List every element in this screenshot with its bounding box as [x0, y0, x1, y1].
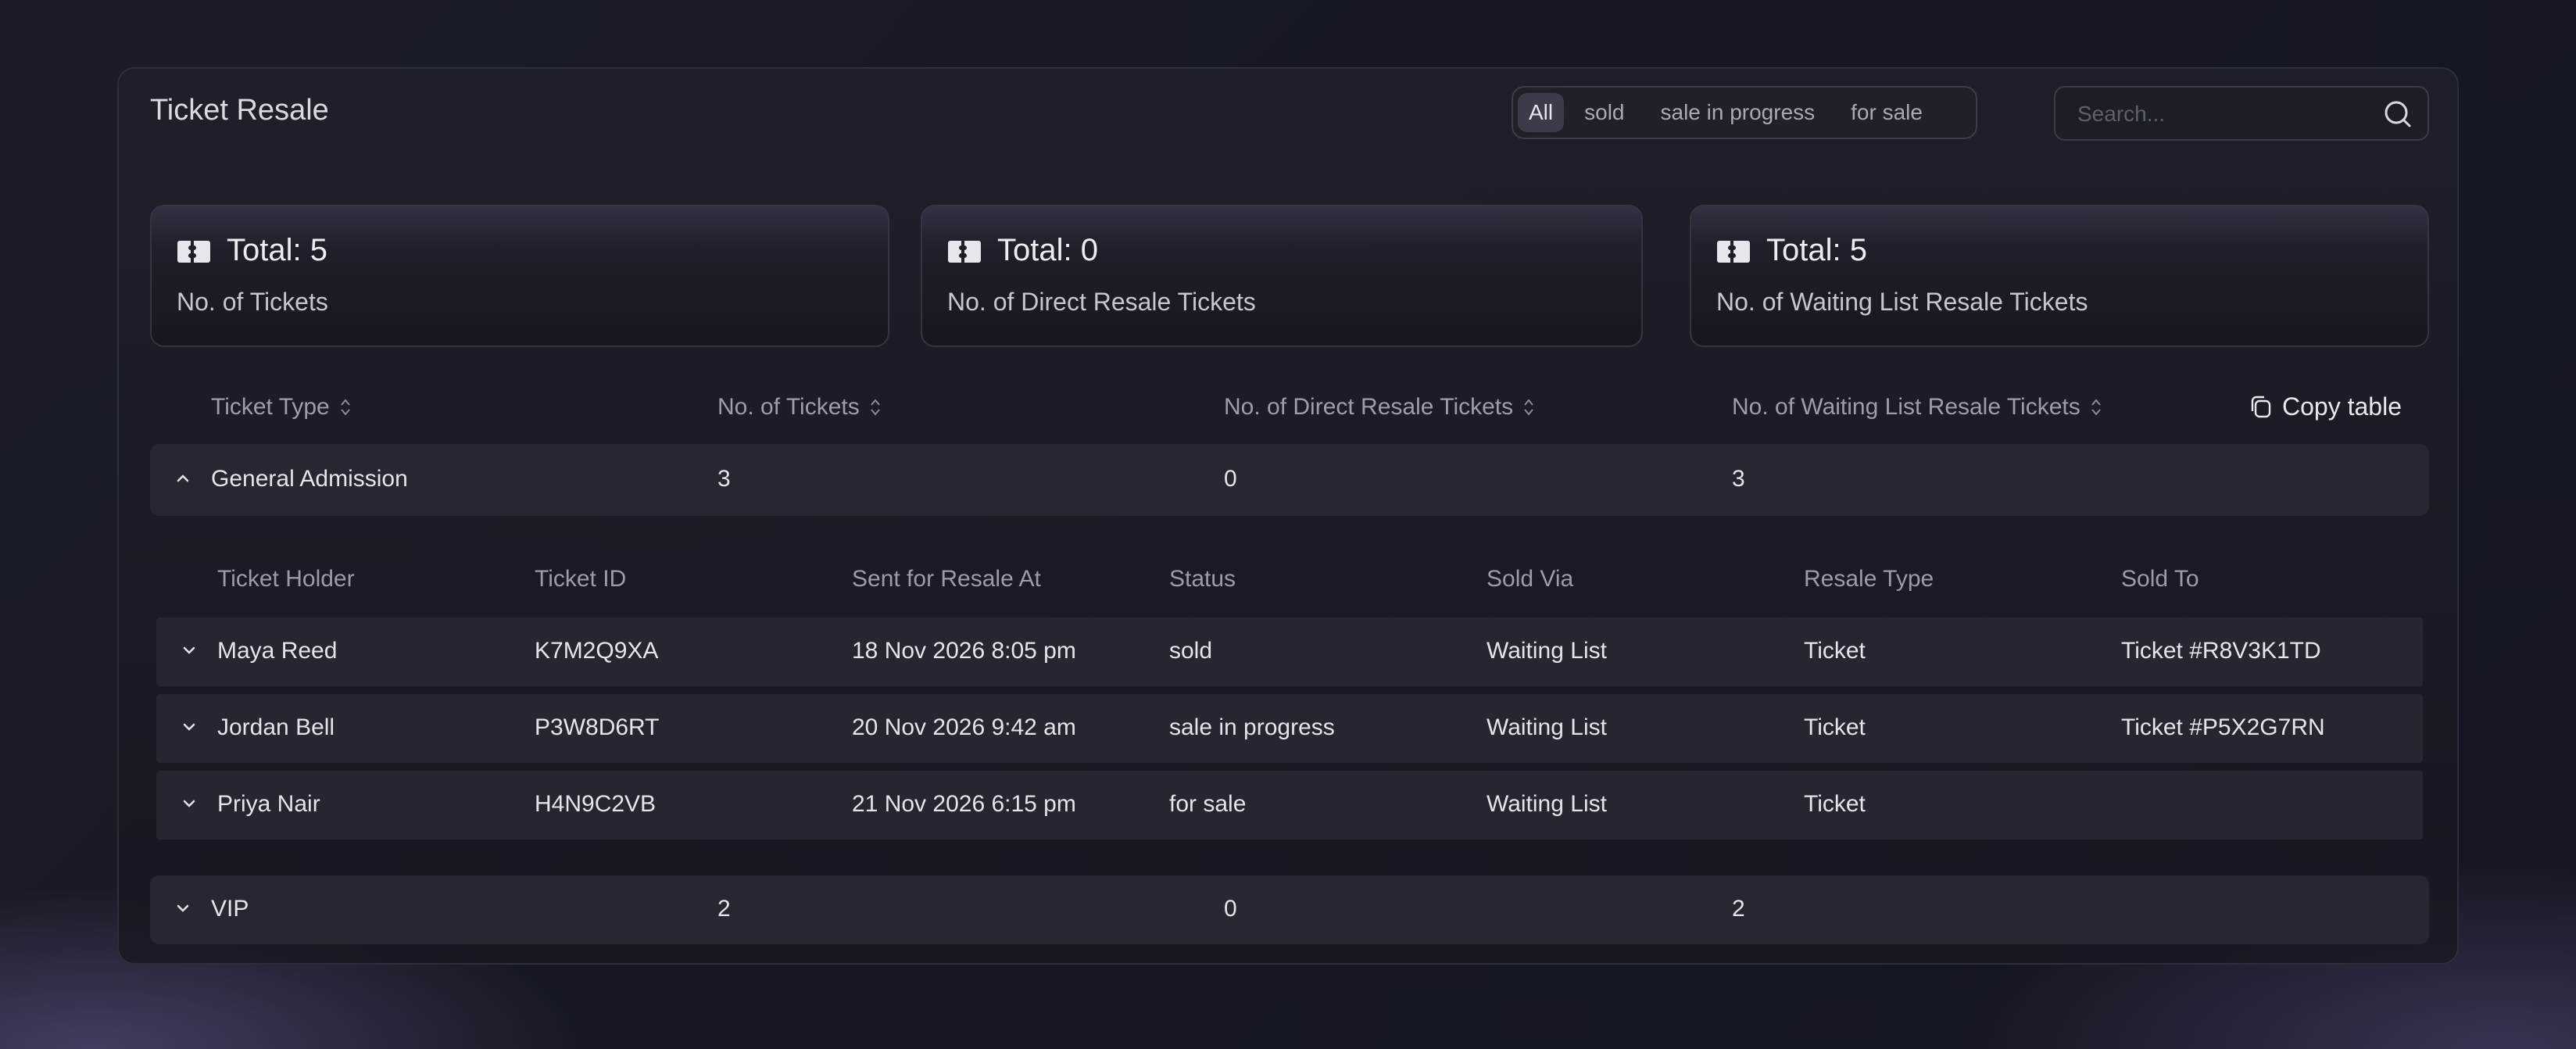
- ticket-type-cell: VIP: [211, 896, 249, 922]
- sort-icon[interactable]: [339, 397, 352, 417]
- resale-type-cell: Ticket: [1804, 791, 1866, 817]
- column-header-waiting-list-resale[interactable]: No. of Waiting List Resale Tickets: [1732, 394, 2102, 421]
- chevron-down-icon[interactable]: [174, 899, 192, 918]
- table-row[interactable]: Priya Nair H4N9C2VB 21 Nov 2026 6:15 pm …: [156, 771, 2423, 840]
- status-cell: sale in progress: [1169, 714, 1335, 740]
- card-label: No. of Tickets: [177, 288, 328, 316]
- filter-all[interactable]: All: [1518, 93, 1565, 132]
- sub-header-status: Status: [1169, 566, 1236, 592]
- resale-type-cell: Ticket: [1804, 638, 1866, 664]
- column-header-no-of-tickets[interactable]: No. of Tickets: [717, 394, 882, 421]
- card-label: No. of Direct Resale Tickets: [947, 288, 1256, 316]
- filter-sale-in-progress[interactable]: sale in progress: [1645, 93, 1831, 132]
- ticket-id-cell: K7M2Q9XA: [535, 638, 659, 664]
- sort-icon[interactable]: [1522, 397, 1535, 417]
- group-row-general-admission[interactable]: General Admission 3 0 3: [150, 444, 2429, 516]
- sub-header-ticket-id: Ticket ID: [535, 566, 627, 592]
- chevron-down-icon[interactable]: [180, 718, 199, 736]
- ticket-id-cell: H4N9C2VB: [535, 791, 657, 817]
- direct-resale-cell: 0: [1224, 896, 1237, 922]
- sub-header-resale-type: Resale Type: [1804, 566, 1934, 592]
- chevron-down-icon[interactable]: [180, 641, 199, 660]
- search-input[interactable]: Search...: [2054, 86, 2429, 141]
- copy-icon: [2251, 396, 2271, 417]
- sort-icon[interactable]: [2090, 397, 2102, 417]
- ticket-holder-cell: Maya Reed: [217, 638, 338, 664]
- ticket-id-cell: P3W8D6RT: [535, 714, 660, 740]
- direct-resale-cell: 0: [1224, 466, 1237, 492]
- card-direct-resale: Total: 0 No. of Direct Resale Tickets: [921, 205, 1643, 347]
- ticket-type-cell: General Admission: [211, 466, 408, 492]
- chevron-down-icon[interactable]: [180, 794, 199, 813]
- sub-header-sent-for-resale-at: Sent for Resale At: [852, 566, 1041, 592]
- sub-header-sold-via: Sold Via: [1487, 566, 1574, 592]
- filter-sold[interactable]: sold: [1569, 93, 1640, 132]
- chevron-up-icon[interactable]: [174, 469, 192, 488]
- copy-table-button[interactable]: Copy table: [2248, 392, 2402, 421]
- filter-for-sale[interactable]: for sale: [1835, 93, 1938, 132]
- column-label: No. of Waiting List Resale Tickets: [1732, 394, 2080, 420]
- sold-via-cell: Waiting List: [1487, 638, 1607, 664]
- ticket-holder-cell: Jordan Bell: [217, 714, 335, 740]
- ticket-resale-panel: Ticket Resale All sold sale in progress …: [117, 67, 2459, 965]
- sold-to-cell: Ticket #P5X2G7RN: [2121, 714, 2325, 740]
- waiting-list-cell: 3: [1732, 466, 1745, 492]
- sort-icon[interactable]: [869, 397, 882, 417]
- group-row-vip[interactable]: VIP 2 0 2: [150, 875, 2429, 944]
- ticket-holder-cell: Priya Nair: [217, 791, 320, 817]
- sent-at-cell: 18 Nov 2026 8:05 pm: [852, 638, 1076, 664]
- page-title: Ticket Resale: [150, 94, 329, 127]
- sold-via-cell: Waiting List: [1487, 791, 1607, 817]
- column-label: Ticket Type: [211, 394, 330, 420]
- search-placeholder: Search...: [2077, 102, 2166, 126]
- sent-at-cell: 21 Nov 2026 6:15 pm: [852, 791, 1076, 817]
- card-label: No. of Waiting List Resale Tickets: [1716, 288, 2088, 316]
- column-header-ticket-type[interactable]: Ticket Type: [211, 394, 352, 421]
- table-row[interactable]: Maya Reed K7M2Q9XA 18 Nov 2026 8:05 pm s…: [156, 618, 2423, 686]
- sub-header-sold-to: Sold To: [2121, 566, 2199, 592]
- column-header-direct-resale[interactable]: No. of Direct Resale Tickets: [1224, 394, 1535, 421]
- resale-type-cell: Ticket: [1804, 714, 1866, 740]
- card-waiting-list-resale: Total: 5 No. of Waiting List Resale Tick…: [1690, 205, 2429, 347]
- table-row[interactable]: Jordan Bell P3W8D6RT 20 Nov 2026 9:42 am…: [156, 694, 2423, 763]
- search-icon[interactable]: [2382, 98, 2413, 130]
- card-total-tickets: Total: 5 No. of Tickets: [150, 205, 889, 347]
- card-total-value: Total: 5: [227, 233, 327, 267]
- tickets-cell: 3: [717, 466, 731, 492]
- copy-table-label: Copy table: [2282, 392, 2402, 421]
- sold-to-cell: Ticket #R8V3K1TD: [2121, 638, 2321, 664]
- sub-header-ticket-holder: Ticket Holder: [217, 566, 355, 592]
- status-cell: sold: [1169, 638, 1213, 664]
- column-label: No. of Tickets: [717, 394, 860, 420]
- ticket-icon: [948, 241, 981, 263]
- status-cell: for sale: [1169, 791, 1247, 817]
- ticket-icon: [1717, 241, 1750, 263]
- status-filter-group: All sold sale in progress for sale: [1512, 86, 1977, 139]
- waiting-list-cell: 2: [1732, 896, 1745, 922]
- column-label: No. of Direct Resale Tickets: [1224, 394, 1514, 420]
- sent-at-cell: 20 Nov 2026 9:42 am: [852, 714, 1076, 740]
- tickets-cell: 2: [717, 896, 731, 922]
- card-total-value: Total: 0: [997, 233, 1098, 267]
- sold-via-cell: Waiting List: [1487, 714, 1607, 740]
- ticket-icon: [177, 241, 210, 263]
- card-total-value: Total: 5: [1766, 233, 1867, 267]
